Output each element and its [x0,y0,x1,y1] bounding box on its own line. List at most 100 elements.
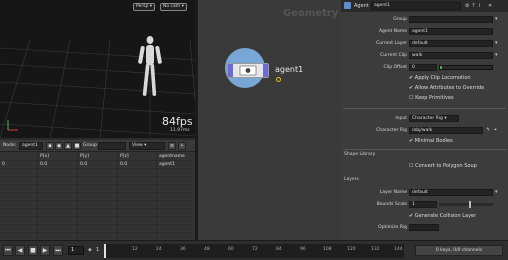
node-name-field[interactable]: agent1 [371,2,461,10]
view-dropdown[interactable]: View ▾ [129,142,165,150]
param-label: Group [393,17,407,22]
tick-label: 144 [394,247,403,252]
param-label: Clip Offset [383,65,407,70]
playbar: ⏮ ◀ ■ ▶ ⏭ 1 ◆ 1 12 24 36 48 60 72 84 96 … [0,240,508,260]
tick-label: 60 [228,247,234,252]
tick-label: 72 [252,247,258,252]
current-frame-field[interactable]: 1 [68,246,84,255]
section-layers[interactable]: Layers [344,177,359,182]
character-rig-field[interactable]: /obj/walk [409,127,483,134]
go-to-end-button[interactable]: ⏭ [53,245,63,256]
slider-fill [440,66,442,69]
node-path-field[interactable]: agent1 [19,142,43,150]
current-layer-field[interactable]: default [409,40,493,47]
points-icon[interactable]: ▪ [46,142,54,150]
realtime-toggle-icon[interactable]: ◆ [88,247,92,253]
column-header[interactable]: P[x] [38,153,49,160]
timeline-ruler[interactable]: 12 24 36 48 60 72 84 96 108 120 132 144 [104,244,404,258]
node-type-label: Agent [354,3,369,9]
param-label: Input [395,116,407,121]
gear-icon[interactable]: ⚙ [465,3,469,9]
spreadsheet-table: P[x] P[y] P[z] agentname 0 0.0 0.0 0.0 a… [0,153,195,240]
param-label: Bounds Scale [376,202,407,207]
cam-dropdown[interactable]: No cam ▾ [160,3,187,11]
agent-figure[interactable] [138,34,162,104]
agent-name-field[interactable]: agent1 [409,28,493,35]
node-label: Node: [3,143,17,148]
pin-icon[interactable]: • [178,142,186,150]
group-field[interactable] [409,16,493,23]
network-editor[interactable]: Geometry agent1 [198,0,360,240]
play-button[interactable]: ▶ [40,245,50,256]
tick-label: 48 [204,247,210,252]
tick-label: 132 [371,247,380,252]
start-frame[interactable]: 1 [96,247,99,253]
table-cell[interactable]: 0.0 [118,161,127,168]
dropdown-arrow-icon[interactable]: ▾ [495,189,498,195]
slider-handle[interactable] [469,201,471,208]
convert-to-polygon-soup-checkbox[interactable]: ☐ Convert to Polygon Soup [409,163,477,169]
fps-readout: 84fps [162,115,193,128]
table-cell[interactable]: agent1 [157,161,175,168]
table-cell[interactable]: 0 [0,161,5,168]
column-header[interactable] [0,153,2,160]
tick-label: 96 [300,247,306,252]
jump-icon[interactable]: ⌖ [494,127,497,133]
go-to-start-button[interactable]: ⏮ [3,245,13,256]
close-icon[interactable]: ✕ [488,3,492,9]
keep-primitives-checkbox[interactable]: ☐ Keep Primitives [409,95,454,101]
convert-polygon-soup-checkbox[interactable]: ✔ Apply Clip LocomotionMinimal Bodies [409,138,453,144]
help-icon[interactable]: ? [472,3,475,9]
input-dropdown[interactable]: Character Rig ▾ [409,115,459,122]
scene-viewport[interactable]: Persp ▾ No cam ▾ 84fps 11.97ms [0,0,195,138]
node-name-label[interactable]: agent1 [275,65,303,74]
current-clip-field[interactable]: walk [409,52,493,59]
step-back-button[interactable]: ◀ [15,245,25,256]
param-label: Agent Name [378,29,407,34]
optimize-rig-field[interactable] [409,224,439,231]
keys-channels-button[interactable]: 0 keys, 0/0 channels [415,245,503,256]
param-label: Optimize Rig [378,225,407,230]
parameter-editor: Agent agent1 ⚙ ? i ✕ Group ▾ Agent Name … [341,0,508,240]
node-flags-icon[interactable] [228,64,268,77]
table-cell[interactable]: 0.0 [78,161,87,168]
tick-label: 24 [156,247,162,252]
generate-collision-layer-checkbox[interactable]: ✔ Generate Collision Layer [409,213,476,219]
detail-icon[interactable]: ■ [73,142,81,150]
playhead[interactable] [104,244,106,258]
layer-name-field[interactable]: default [409,189,493,196]
camera-dropdown[interactable]: Persp ▾ [133,3,156,11]
group-field[interactable] [98,142,126,150]
stop-button[interactable]: ■ [28,245,38,256]
dropdown-arrow-icon[interactable]: ▾ [495,52,498,58]
primitives-icon[interactable]: ▲ [64,142,72,150]
column-header[interactable]: P[y] [78,153,89,160]
clip-offset-field[interactable]: 0 [409,64,437,71]
tick-label: 84 [276,247,282,252]
allow-attributes-checkbox[interactable]: ✔ Allow Attributes to Override [409,85,484,91]
node-chooser-icon[interactable]: ↰ [486,127,490,133]
network-context-label: Geometry [283,8,339,19]
dropdown-arrow-icon[interactable]: ▾ [495,16,498,22]
param-label: Character Rig [376,128,407,133]
param-label: Current Layer [376,41,407,46]
info-icon[interactable]: i [479,3,480,9]
node-type-icon [344,2,351,9]
vertices-icon[interactable]: ◆ [55,142,63,150]
column-header[interactable]: P[z] [118,153,129,160]
filter-icon[interactable]: ≡ [168,142,176,150]
bounds-scale-field[interactable]: 1 [409,201,437,208]
agent-node[interactable] [227,63,269,78]
param-header: Agent agent1 ⚙ ? i ✕ [341,0,508,12]
clip-offset-slider[interactable] [439,65,493,70]
table-cell[interactable]: 0.0 [38,161,47,168]
column-header[interactable]: agentname [157,153,185,160]
group-label: Group: [83,143,99,148]
bounds-scale-slider[interactable] [439,201,493,208]
apply-clip-locomotion-checkbox[interactable]: ✔ Apply Clip Locomotion [409,75,471,81]
dropdown-arrow-icon[interactable]: ▾ [495,40,498,46]
tick-label: 108 [323,247,332,252]
section-shape-library[interactable]: Shape Library [344,152,375,157]
spreadsheet-toolbar: Node: agent1 ▪ ◆ ▲ ■ Group: View ▾ ≡ • [0,140,195,152]
param-label: Layer Name [379,190,407,195]
